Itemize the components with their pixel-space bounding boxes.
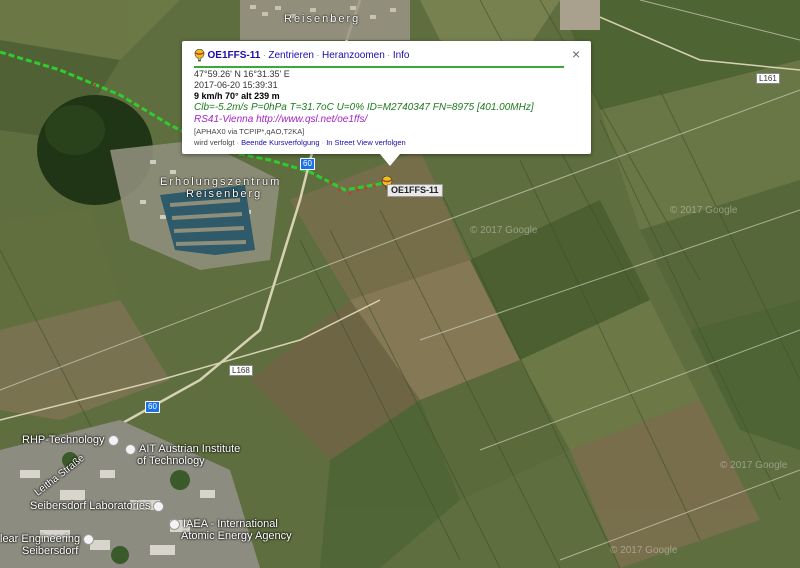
map-watermark: © 2017 Google [610, 545, 678, 556]
info-link[interactable]: Info [393, 50, 410, 61]
town-label-erholungszentrum: Erholungszentrum [160, 176, 282, 188]
town-label-erholungszentrum-2: Reisenberg [186, 188, 263, 200]
popup-position: 47°59.26' N 16°31.35' E [194, 69, 290, 79]
poi-label: lear Engineering [0, 533, 81, 545]
road-shield-60: 60 [145, 401, 160, 413]
poi-label: Seibersdorf Laboratories [30, 500, 151, 512]
center-link[interactable]: Zentrieren [268, 50, 314, 61]
poi-iaea[interactable]: IAEA - International Atomic Energy Agency [166, 518, 292, 542]
tracking-status: wird verfolgt [194, 138, 235, 147]
balloon-icon [194, 48, 205, 62]
poi-icon [83, 533, 95, 545]
separator: · [316, 49, 320, 60]
separator: · [236, 138, 240, 147]
poi-icon [125, 443, 136, 455]
popup-station: RS41-Vienna http://www.qsl.net/oe1ffs/ [194, 114, 367, 125]
poi-icon [153, 500, 165, 512]
poi-label: Atomic Energy Agency [181, 530, 292, 542]
town-label-reisenberg: Reisenberg [284, 13, 361, 25]
map-watermark: © 2017 Google [670, 205, 738, 216]
poi-icon [107, 434, 119, 446]
poi-ait[interactable]: AIT Austrian Institute of Technology [122, 443, 240, 467]
separator: · [321, 138, 325, 147]
popup-callsign[interactable]: OE1FFS-11 [208, 50, 261, 61]
popup-divider [194, 66, 564, 68]
popup-comment: Clb=-5.2m/s P=0hPa T=31.7oC U=0% ID=M274… [194, 102, 534, 113]
poi-label: RHP-Technology [22, 434, 105, 446]
poi-label: AIT Austrian Institute [139, 443, 241, 455]
poi-label: of Technology [137, 455, 205, 467]
station-name: RS41-Vienna [194, 114, 254, 125]
station-url-link[interactable]: http://www.qsl.net/oe1ffs/ [256, 114, 367, 125]
poi-label: Seibersdorf [22, 545, 79, 557]
separator: · [262, 49, 266, 60]
popup-timestamp: 2017-06-20 15:39:31 [194, 80, 278, 90]
road-shield-60: 60 [300, 158, 315, 170]
road-sign-l168: L168 [229, 365, 253, 376]
stop-tracking-link[interactable]: Beende Kursverfolgung [241, 138, 319, 147]
poi-label: IAEA - International [183, 518, 278, 530]
zoom-in-link[interactable]: Heranzoomen [322, 50, 385, 61]
close-icon[interactable]: × [572, 46, 580, 62]
map-watermark: © 2017 Google [470, 225, 538, 236]
info-window: OE1FFS-11 · Zentrieren · Heranzoomen · I… [182, 41, 591, 166]
separator: · [387, 49, 391, 60]
map-watermark: © 2017 Google [720, 460, 788, 471]
popup-path: [APHAX0 via TCPIP*,qAO,T2KA] [194, 127, 305, 136]
streetview-link[interactable]: In Street View verfolgen [326, 138, 406, 147]
popup-header: OE1FFS-11 · Zentrieren · Heranzoomen · I… [194, 48, 410, 62]
poi-icon [169, 518, 180, 530]
info-window-tail [380, 154, 400, 166]
popup-tracking: wird verfolgt · Beende Kursverfolgung · … [194, 138, 406, 147]
poi-seibersdorf-labs[interactable]: Seibersdorf Laboratories [30, 500, 167, 512]
poi-rhp-technology[interactable]: RHP-Technology [22, 434, 122, 446]
popup-motion: 9 km/h 70° alt 239 m [194, 91, 280, 101]
poi-nuclear-engineering[interactable]: lear Engineering Seibersdorf [0, 533, 97, 557]
marker-label[interactable]: OE1FFS-11 [387, 184, 443, 197]
road-sign-l161: L161 [756, 73, 780, 84]
